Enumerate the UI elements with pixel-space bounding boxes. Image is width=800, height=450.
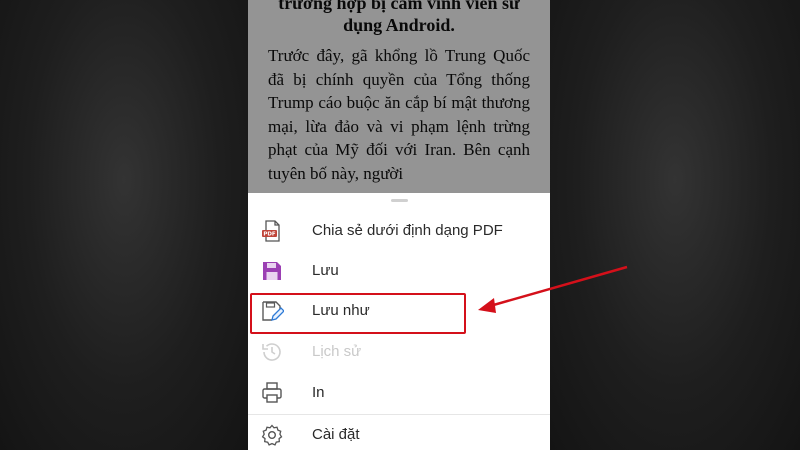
sheet-drag-handle[interactable] [391,199,408,202]
menu-item-label: Cài đặt [312,426,360,443]
phone-screen: trường hợp bị cấm vĩnh viễn sử dụng Andr… [248,0,550,450]
menu-item-label: Lịch sử [312,343,362,360]
menu-item-print[interactable]: In [248,373,550,413]
blurred-background-right [550,0,800,450]
gear-icon [260,423,284,447]
print-icon [260,381,284,405]
menu-item-share-pdf[interactable]: PDF Chia sẻ dưới định dạng PDF [248,211,550,251]
menu-item-label: In [312,384,325,401]
dim-overlay[interactable] [248,0,550,196]
pdf-icon: PDF [260,219,284,243]
save-icon [260,259,284,283]
menu-item-label: Chia sẻ dưới định dạng PDF [312,222,503,239]
menu-item-label: Lưu [312,262,339,279]
menu-item-settings[interactable]: Cài đặt [248,415,550,450]
menu-item-history[interactable]: Lịch sử [248,332,550,372]
svg-text:PDF: PDF [263,232,276,238]
annotation-arrow [478,265,628,313]
highlight-annotation-box [250,293,466,334]
blurred-background-left [0,0,248,450]
history-icon [260,340,284,364]
